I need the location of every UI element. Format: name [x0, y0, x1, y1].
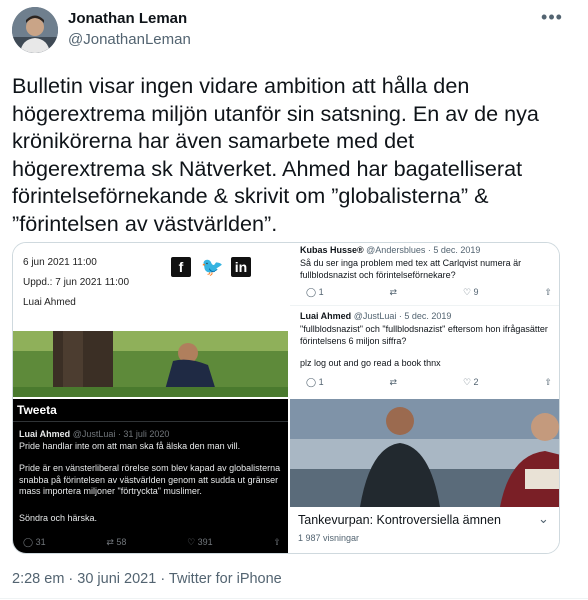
thread-tweet1-header: Kubas Husse® @Andersblues · 5 dec. 2019 [300, 245, 480, 255]
retweet-icon[interactable]: ⇄ 58 [106, 537, 126, 548]
article-published: 6 jun 2021 11:00 [23, 257, 97, 268]
article-updated: Uppd.: 7 jun 2021 11:00 [23, 277, 130, 288]
linkedin-icon: in [231, 257, 251, 277]
author-handle[interactable]: @JonathanLeman [68, 31, 191, 48]
reply-icon[interactable]: ◯ 1 [306, 287, 324, 298]
reply-icon[interactable]: ◯ 1 [306, 377, 324, 388]
video-views: 1 987 visningar [298, 533, 360, 543]
video-thumbnail[interactable] [290, 399, 560, 507]
thread-tweet2-header: Luai Ahmed @JustLuai · 5 dec. 2019 [300, 311, 451, 321]
like-icon[interactable]: ♡ 391 [187, 537, 213, 548]
like-count: 391 [197, 537, 213, 547]
thread-tweet2-text: "fullblodsnazist" och "fullblodsnazist" … [300, 324, 548, 346]
article-photo [13, 331, 288, 397]
like-icon[interactable]: ♡ 2 [463, 377, 479, 388]
thread-tweet2-actions: ◯ 1 ⇄ ♡ 2 ⇧ [306, 377, 552, 388]
thread-screenshot[interactable]: Kubas Husse® @Andersblues · 5 dec. 2019 … [290, 243, 559, 397]
bottom-divider [0, 598, 588, 599]
chevron-down-icon[interactable]: ⌄ [538, 511, 549, 527]
retweet-count: 58 [116, 537, 127, 547]
thread-tweet1-handle: @Andersblues · 5 dec. 2019 [366, 245, 481, 255]
tweet-page: Jonathan Leman @JonathanLeman ••• Bullet… [0, 0, 588, 600]
profile-avatar[interactable] [12, 7, 58, 53]
reply-count: 1 [318, 287, 324, 297]
retweet-icon[interactable]: ⇄ [390, 287, 398, 298]
tweet-timestamp[interactable]: 2:28 em · 30 juni 2021 · Twitter for iPh… [12, 571, 282, 587]
tweet-text: Bulletin visar ingen vidare ambition att… [12, 73, 539, 236]
avatar-image [12, 7, 58, 53]
thread-tweet1-text: Så du ser inga problem med tex att Carlq… [300, 258, 522, 280]
dark-tweet-line2: Pride är en vänsterliberal rörelse som b… [19, 463, 281, 496]
more-dots-icon[interactable]: ••• [541, 6, 563, 28]
media-grid[interactable]: 6 jun 2021 11:00 Uppd.: 7 jun 2021 11:00… [12, 242, 560, 554]
reply-count: 31 [35, 537, 46, 547]
share-icons: f 🐦 in [171, 257, 251, 277]
dark-tweet-author: Luai Ahmed @JustLuai · 31 juli 2020 [19, 429, 169, 439]
retweet-icon[interactable]: ⇄ [390, 377, 398, 388]
dark-tweet-line3: Söndra och härska. [19, 513, 98, 523]
like-count: 2 [473, 377, 479, 387]
article-screenshot[interactable]: 6 jun 2021 11:00 Uppd.: 7 jun 2021 11:00… [13, 243, 288, 397]
thread-tweet1-name: Kubas Husse® [300, 245, 364, 255]
twitter-icon: 🐦 [201, 257, 224, 277]
thread-tweet2-name: Luai Ahmed [300, 311, 352, 321]
dark-tweet-handle: @JustLuai · 31 juli 2020 [72, 429, 170, 439]
dark-tweet-name: Luai Ahmed [19, 429, 71, 439]
dark-tweet-divider [13, 421, 288, 422]
like-icon[interactable]: ♡ 9 [463, 287, 479, 298]
facebook-icon: f [171, 257, 191, 277]
share-icon[interactable]: ⇧ [273, 537, 281, 548]
thread-tweet1-actions: ◯ 1 ⇄ ♡ 9 ⇧ [306, 287, 552, 298]
video-title[interactable]: Tankevurpan: Kontroversiella ämnen [298, 513, 501, 527]
thread-tweet2-text2: plz log out and go read a book thnx [300, 358, 441, 368]
share-icon[interactable]: ⇧ [544, 377, 552, 388]
reply-icon[interactable]: ◯ 31 [23, 537, 46, 548]
dark-tweet-actions: ◯ 31 ⇄ 58 ♡ 391 ⇧ [23, 537, 281, 548]
reply-count: 1 [318, 377, 324, 387]
dark-tweet-header: Tweeta [17, 403, 57, 417]
video-screenshot[interactable]: Tankevurpan: Kontroversiella ämnen 1 987… [290, 399, 560, 553]
dark-tweet-line1: Pride handlar inte om att man ska få äls… [19, 441, 241, 451]
thread-tweet2-handle: @JustLuai · 5 dec. 2019 [353, 311, 452, 321]
dark-tweet-screenshot[interactable]: Tweeta Luai Ahmed @JustLuai · 31 juli 20… [13, 399, 288, 553]
share-icon[interactable]: ⇧ [544, 287, 552, 298]
article-author: Luai Ahmed [23, 297, 76, 308]
author-name[interactable]: Jonathan Leman [68, 10, 187, 27]
like-count: 9 [473, 287, 479, 297]
thread-divider [290, 305, 559, 306]
